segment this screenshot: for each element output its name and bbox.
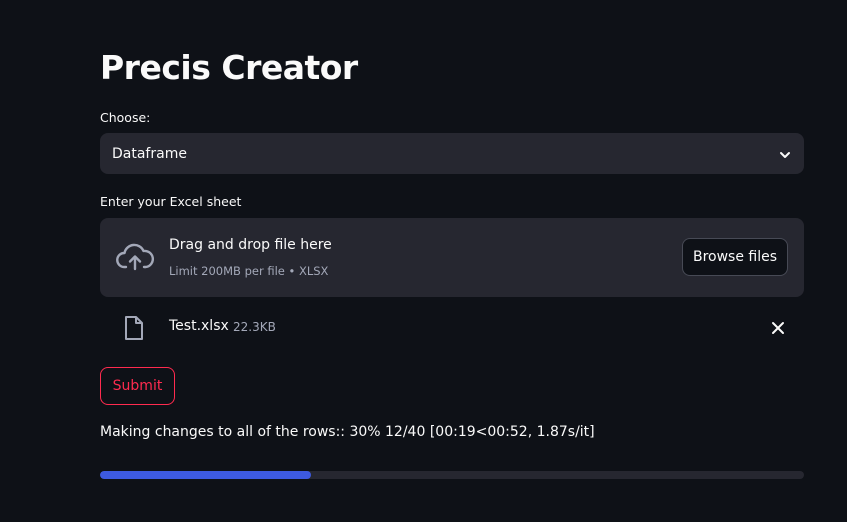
close-icon[interactable] (770, 320, 786, 336)
choose-select-value: Dataframe (112, 145, 187, 162)
progress-bar (100, 471, 804, 479)
file-name: Test.xlsx (169, 318, 229, 334)
chevron-down-icon (778, 147, 792, 161)
progress-text: Making changes to all of the rows:: 30% … (100, 424, 595, 440)
dropzone-limit: Limit 200MB per file • XLSX (169, 264, 329, 278)
dropzone-title: Drag and drop file here (169, 237, 332, 253)
choose-select[interactable]: Dataframe (100, 133, 804, 174)
app-page: Precis Creator Choose: Dataframe Enter y… (0, 0, 847, 522)
cloud-upload-icon (116, 242, 155, 272)
file-size: 22.3KB (233, 320, 276, 334)
upload-label: Enter your Excel sheet (100, 194, 242, 209)
browse-files-button[interactable]: Browse files (682, 238, 788, 276)
file-icon (124, 315, 144, 341)
submit-button[interactable]: Submit (100, 367, 175, 405)
file-dropzone[interactable]: Drag and drop file here Limit 200MB per … (100, 218, 804, 297)
page-title: Precis Creator (100, 48, 358, 87)
uploaded-file-row: Test.xlsx 22.3KB (100, 310, 804, 346)
progress-bar-fill (100, 471, 312, 479)
choose-label: Choose: (100, 110, 151, 125)
